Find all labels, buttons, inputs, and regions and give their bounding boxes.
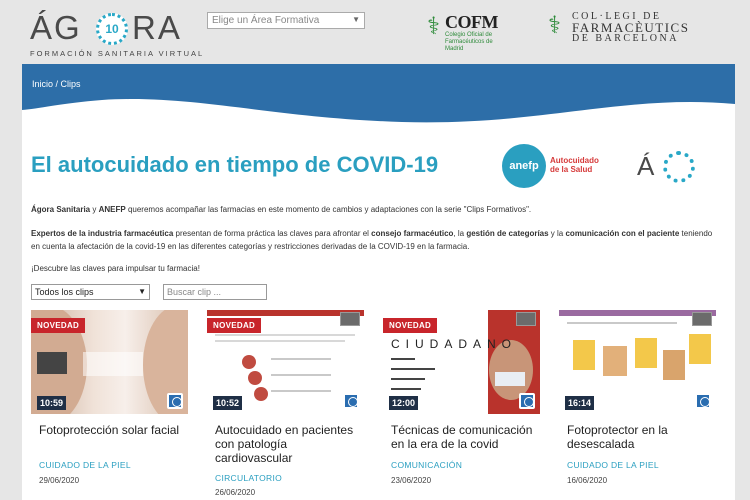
anefp-tagline: Autocuidado de la Salud: [550, 156, 599, 174]
clip-thumbnail[interactable]: UN CIUDADANO NOVEDAD 12:00: [383, 310, 540, 414]
play-icon[interactable]: [695, 393, 711, 409]
intro-paragraph-1: Ágora Sanitaria y ANEFP queremos acompañ…: [31, 205, 532, 214]
clip-category[interactable]: CIRCULATORIO: [215, 473, 282, 483]
play-icon[interactable]: [167, 393, 183, 409]
logo-letters-right: RA: [132, 9, 182, 46]
collegi-farmaceutics-logo[interactable]: ⚕ COL·LEGI DE FARMACÈUTICS DE BARCELONA: [548, 12, 688, 44]
agora-dotted-circle-icon: [663, 151, 695, 183]
agora-logo[interactable]: ÁG 10 RA FORMACIÓN SANITARIA VIRTUAL: [30, 9, 202, 59]
novedad-badge: NOVEDAD: [383, 318, 438, 333]
chevron-down-icon: ▼: [138, 287, 146, 296]
svg-text:CIUDADANO: CIUDADANO: [391, 337, 517, 351]
clip-title[interactable]: Técnicas de comunicación en la era de la…: [391, 423, 536, 451]
play-icon[interactable]: [519, 393, 535, 409]
duration-label: 10:52: [213, 396, 243, 410]
clip-category[interactable]: CUIDADO DE LA PIEL: [567, 460, 659, 470]
clip-title[interactable]: Fotoprotector en la desescalada: [567, 423, 712, 451]
clip-filter-select[interactable]: Todos los clips ▼: [31, 284, 150, 300]
duration-label: 10:59: [37, 396, 67, 410]
search-clip-input[interactable]: Buscar clip ...: [163, 284, 267, 300]
clip-thumbnail[interactable]: NOVEDAD 10:52: [207, 310, 364, 414]
clip-date: 16/06/2020: [567, 476, 608, 485]
logo-10-badge-icon: 10: [96, 13, 128, 45]
clip-category[interactable]: COMUNICACIÓN: [391, 460, 462, 470]
site-header: ÁG 10 RA FORMACIÓN SANITARIA VIRTUAL Eli…: [0, 0, 750, 64]
presenter-camera-icon: [340, 312, 360, 326]
clip-date: 23/06/2020: [391, 476, 432, 485]
clip-card[interactable]: 16:14 Fotoprotector en la desescalada CU…: [559, 310, 716, 500]
pharmacy-cup-icon: ⚕: [427, 13, 440, 40]
clip-card[interactable]: NOVEDAD 10:59 Fotoprotección solar facia…: [31, 310, 188, 500]
header-wave-band: [22, 64, 735, 134]
clip-date: 26/06/2020: [215, 488, 256, 497]
breadcrumb-current: Clips: [60, 79, 81, 89]
page-title: El autocuidado en tiempo de COVID-19: [31, 152, 439, 177]
presenter-camera-icon: [516, 312, 536, 326]
chevron-down-icon: ▼: [352, 15, 360, 24]
breadcrumb-home-link[interactable]: Inicio: [32, 79, 53, 89]
duration-label: 16:14: [565, 396, 595, 410]
anefp-logo: anefp: [502, 144, 546, 188]
cofm-logo[interactable]: ⚕ COFM Colegio Oficial de Farmacéuticos …: [427, 12, 507, 52]
clip-thumbnail[interactable]: NOVEDAD 10:59: [31, 310, 188, 414]
area-formativa-select[interactable]: Elige un Área Formativa ▼: [207, 12, 365, 29]
novedad-badge: NOVEDAD: [207, 318, 262, 333]
clip-thumbnail[interactable]: 16:14: [559, 310, 716, 414]
logo-subtitle: FORMACIÓN SANITARIA VIRTUAL: [30, 49, 205, 58]
clip-title[interactable]: Autocuidado en pacientes con patología c…: [215, 423, 360, 465]
agora-mini-logo: Á: [637, 150, 699, 184]
presenter-camera-icon: [692, 312, 712, 326]
intro-paragraph-2: Expertos de la industria farmacéutica pr…: [31, 229, 713, 251]
intro-paragraph-3: ¡Descubre las claves para impulsar tu fa…: [31, 264, 200, 273]
clip-title[interactable]: Fotoprotección solar facial: [39, 423, 184, 437]
play-icon[interactable]: [343, 393, 359, 409]
novedad-badge: NOVEDAD: [31, 318, 86, 333]
logo-letters-left: ÁG: [30, 9, 82, 46]
duration-label: 12:00: [389, 396, 419, 410]
clip-category[interactable]: CUIDADO DE LA PIEL: [39, 460, 131, 470]
agora-a-icon: Á: [637, 151, 655, 181]
caduceus-icon: ⚕: [548, 12, 561, 39]
clip-card[interactable]: UN CIUDADANO NOVEDAD 12:00 Técnicas de c…: [383, 310, 540, 500]
breadcrumb: Inicio / Clips: [32, 79, 81, 89]
clip-date: 29/06/2020: [39, 476, 80, 485]
clip-card[interactable]: NOVEDAD 10:52 Autocuidado en pacientes c…: [207, 310, 364, 500]
